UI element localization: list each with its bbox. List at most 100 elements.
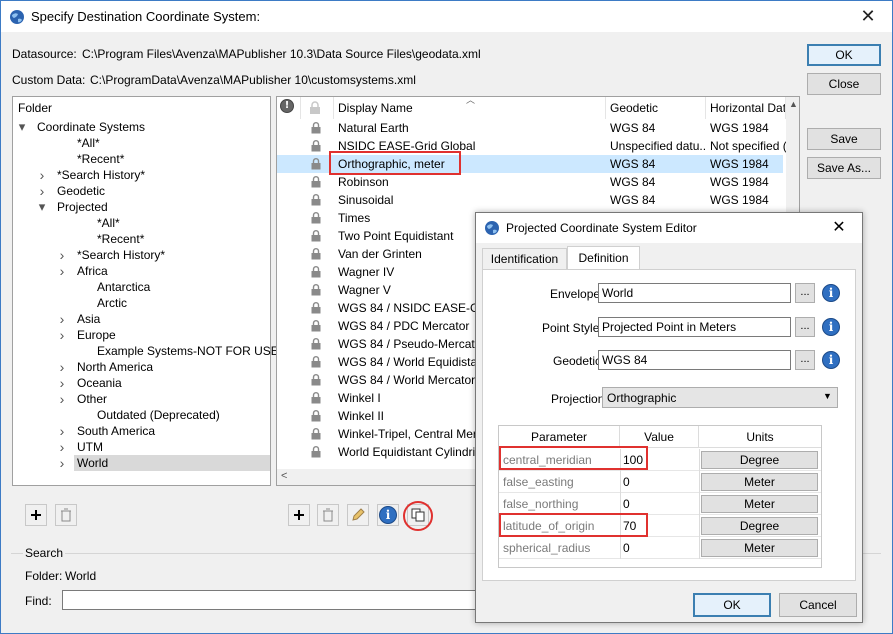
folder-item[interactable]: › Geodetic bbox=[13, 183, 270, 199]
folder-item[interactable]: *All* bbox=[13, 135, 270, 151]
envelope-browse-button[interactable]: ... bbox=[795, 283, 815, 303]
folder-item[interactable]: › Asia bbox=[13, 311, 270, 327]
tab-identification[interactable]: Identification bbox=[482, 248, 567, 269]
folder-item[interactable]: ▾ Coordinate Systems bbox=[13, 119, 270, 135]
folder-item[interactable]: › South America bbox=[13, 423, 270, 439]
delete-system-button[interactable] bbox=[317, 504, 339, 526]
folder-tree[interactable]: Folder ▾ Coordinate Systems *All* *Recent* ›… bbox=[12, 96, 279, 486]
unit-button[interactable]: Meter bbox=[701, 539, 818, 557]
chevron-right-icon[interactable]: › bbox=[57, 247, 67, 263]
horizontal-datum-column-header[interactable]: Horizontal Datu bbox=[706, 97, 786, 119]
folder-item[interactable]: › Other bbox=[13, 391, 270, 407]
point-style-browse-button[interactable]: ... bbox=[795, 317, 815, 337]
parameter-row[interactable]: false_easting 0 Meter bbox=[499, 471, 821, 493]
chevron-down-icon[interactable]: ▾ bbox=[37, 199, 47, 215]
folder-item[interactable]: Outdated (Deprecated) bbox=[13, 407, 270, 423]
table-row[interactable]: Natural Earth WGS 84 WGS 1984 bbox=[277, 119, 783, 137]
lock-icon bbox=[311, 212, 321, 224]
geodetic-browse-button[interactable]: ... bbox=[795, 350, 815, 370]
chevron-right-icon[interactable]: › bbox=[57, 391, 67, 407]
add-system-button[interactable] bbox=[288, 504, 310, 526]
point-style-info-icon[interactable]: i bbox=[822, 318, 840, 336]
parameter-value[interactable]: 0 bbox=[623, 497, 630, 511]
parameter-row[interactable]: spherical_radius 0 Meter bbox=[499, 537, 821, 559]
chevron-right-icon[interactable]: › bbox=[57, 327, 67, 343]
unit-button[interactable]: Meter bbox=[701, 473, 818, 491]
table-row[interactable]: Sinusoidal WGS 84 WGS 1984 bbox=[277, 191, 783, 209]
editor-ok-button[interactable]: OK bbox=[693, 593, 771, 617]
folder-header: Folder bbox=[18, 101, 53, 115]
scroll-up-icon[interactable]: ▲ bbox=[789, 99, 798, 109]
title-bar: Specify Destination Coordinate System: ✕ bbox=[1, 1, 892, 32]
column-divider bbox=[699, 515, 700, 537]
unit-button[interactable]: Meter bbox=[701, 495, 818, 513]
table-row[interactable]: Robinson WGS 84 WGS 1984 bbox=[277, 173, 783, 191]
chevron-right-icon[interactable]: › bbox=[57, 311, 67, 327]
geodetic-field[interactable]: WGS 84 bbox=[598, 350, 791, 370]
save-as-button[interactable]: Save As... bbox=[807, 157, 881, 179]
lock-icon bbox=[311, 338, 321, 350]
envelope-field[interactable]: World bbox=[598, 283, 791, 303]
folder-item[interactable]: *All* bbox=[13, 215, 270, 231]
folder-item[interactable]: Antarctica bbox=[13, 279, 270, 295]
envelope-info-icon[interactable]: i bbox=[822, 284, 840, 302]
folder-item[interactable]: › Oceania bbox=[13, 375, 270, 391]
save-button[interactable]: Save bbox=[807, 128, 881, 150]
chevron-right-icon[interactable]: › bbox=[57, 263, 67, 279]
scroll-left-icon[interactable]: < bbox=[281, 470, 287, 482]
parameter-row[interactable]: false_northing 0 Meter bbox=[499, 493, 821, 515]
folder-item-label: Projected bbox=[57, 200, 108, 214]
chevron-right-icon[interactable]: › bbox=[57, 439, 67, 455]
lock-column-header[interactable] bbox=[301, 97, 334, 119]
projection-select[interactable]: Orthographic ▼ bbox=[602, 387, 838, 408]
parameter-name: false_northing bbox=[503, 497, 579, 511]
folder-item[interactable]: › *Search History* bbox=[13, 167, 270, 183]
close-icon[interactable]: ✕ bbox=[851, 4, 885, 28]
lock-icon bbox=[311, 248, 321, 260]
display-name-column-header[interactable]: Display Name ︿ bbox=[334, 97, 606, 119]
chevron-right-icon[interactable]: › bbox=[37, 183, 47, 199]
folder-item[interactable]: ▾ Projected bbox=[13, 199, 270, 215]
geodetic-info-icon[interactable]: i bbox=[822, 351, 840, 369]
ok-button[interactable]: OK bbox=[807, 44, 881, 66]
chevron-right-icon[interactable]: › bbox=[57, 423, 67, 439]
edit-system-button[interactable] bbox=[347, 504, 369, 526]
folder-item[interactable]: › UTM bbox=[13, 439, 270, 455]
folder-item[interactable]: *Recent* bbox=[13, 151, 270, 167]
unit-button[interactable]: Degree bbox=[701, 517, 818, 535]
folder-item-label: Asia bbox=[77, 312, 101, 326]
chevron-right-icon[interactable]: › bbox=[57, 455, 67, 471]
delete-folder-button[interactable] bbox=[55, 504, 77, 526]
folder-item[interactable]: › World bbox=[13, 455, 270, 471]
lock-icon bbox=[311, 266, 321, 278]
editor-close-icon[interactable]: ✕ bbox=[822, 217, 856, 239]
folder-item[interactable]: › *Search History* bbox=[13, 247, 270, 263]
folder-item[interactable]: Arctic bbox=[13, 295, 270, 311]
info-system-button[interactable]: i bbox=[377, 504, 399, 526]
status-column-header[interactable]: ! bbox=[277, 97, 301, 119]
editor-cancel-button[interactable]: Cancel bbox=[779, 593, 857, 617]
folder-item[interactable]: › Europe bbox=[13, 327, 270, 343]
chevron-down-icon[interactable]: ▾ bbox=[17, 119, 27, 135]
unit-button[interactable]: Degree bbox=[701, 451, 818, 469]
point-style-field[interactable]: Projected Point in Meters bbox=[598, 317, 791, 337]
find-input[interactable] bbox=[62, 590, 482, 610]
add-folder-button[interactable] bbox=[25, 504, 47, 526]
folder-item[interactable]: *Recent* bbox=[13, 231, 270, 247]
tab-definition[interactable]: Definition bbox=[567, 246, 640, 270]
folder-item-label: *All* bbox=[97, 216, 120, 230]
lock-icon bbox=[311, 194, 321, 206]
folder-item-label: North America bbox=[77, 360, 154, 374]
geodetic-column-header[interactable]: Geodetic bbox=[606, 97, 706, 119]
parameter-value[interactable]: 0 bbox=[623, 541, 630, 555]
folder-item[interactable]: › North America bbox=[13, 359, 270, 375]
chevron-right-icon[interactable]: › bbox=[37, 167, 47, 183]
chevron-right-icon[interactable]: › bbox=[57, 359, 67, 375]
system-name-cell: Sinusoidal bbox=[338, 193, 394, 207]
close-button[interactable]: Close bbox=[807, 73, 881, 95]
folder-item[interactable]: › Africa bbox=[13, 263, 270, 279]
chevron-right-icon[interactable]: › bbox=[57, 375, 67, 391]
sort-up-icon: ︿ bbox=[466, 97, 476, 105]
folder-item[interactable]: Example Systems-NOT FOR USE bbox=[13, 343, 279, 359]
parameter-value[interactable]: 0 bbox=[623, 475, 630, 489]
